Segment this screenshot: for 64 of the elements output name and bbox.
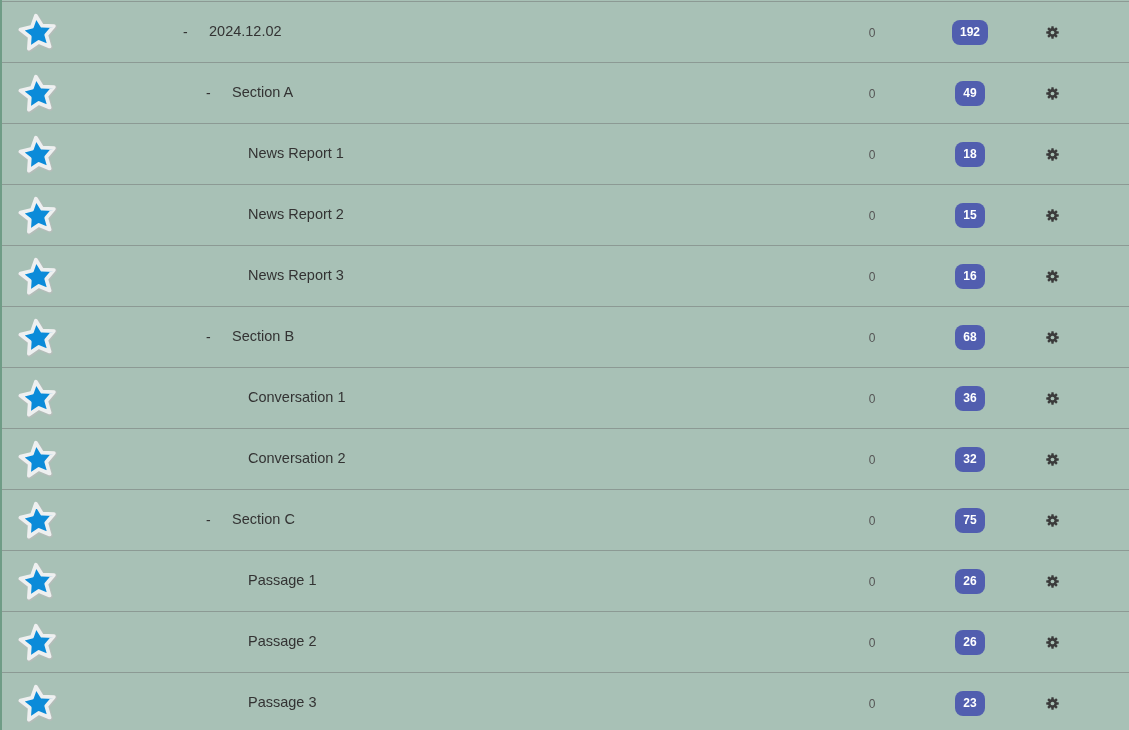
- deck-name[interactable]: News Report 3: [248, 265, 344, 287]
- due-count-badge: 26: [955, 630, 985, 655]
- new-count: 0: [868, 514, 876, 528]
- due-count-badge: 26: [955, 569, 985, 594]
- star-icon: [18, 622, 58, 662]
- new-count: 0: [868, 453, 876, 467]
- star-icon: [18, 73, 58, 113]
- gear-icon[interactable]: [1045, 452, 1059, 466]
- star-icon: [18, 439, 58, 479]
- star-icon: [18, 378, 58, 418]
- star-icon: [18, 12, 58, 52]
- gear-icon[interactable]: [1045, 147, 1059, 161]
- gear-icon[interactable]: [1045, 574, 1059, 588]
- deck-name[interactable]: News Report 2: [248, 204, 344, 226]
- due-count-badge: 192: [952, 20, 988, 45]
- star-icon: [18, 317, 58, 357]
- deck-name[interactable]: Section A: [232, 82, 294, 104]
- due-count-badge: 75: [955, 508, 985, 533]
- due-count-badge: 18: [955, 142, 985, 167]
- deck-name[interactable]: Conversation 1: [248, 387, 346, 409]
- new-count: 0: [868, 697, 876, 711]
- deck-name[interactable]: Passage 1: [248, 570, 317, 592]
- gear-icon[interactable]: [1045, 25, 1059, 39]
- star-icon: [18, 683, 58, 723]
- due-count-badge: 15: [955, 203, 985, 228]
- new-count: 0: [868, 26, 876, 40]
- gear-icon[interactable]: [1045, 635, 1059, 649]
- collapse-toggle[interactable]: -: [206, 82, 232, 104]
- deck-name[interactable]: Conversation 2: [248, 448, 346, 470]
- collapse-toggle[interactable]: -: [183, 21, 209, 43]
- deck-name[interactable]: News Report 1: [248, 143, 344, 165]
- star-icon: [18, 134, 58, 174]
- gear-icon[interactable]: [1045, 269, 1059, 283]
- star-icon: [18, 256, 58, 296]
- gear-icon[interactable]: [1045, 391, 1059, 405]
- new-count: 0: [868, 392, 876, 406]
- due-count-badge: 36: [955, 386, 985, 411]
- gear-icon[interactable]: [1045, 513, 1059, 527]
- new-count: 0: [868, 87, 876, 101]
- new-count: 0: [868, 209, 876, 223]
- new-count: 0: [868, 636, 876, 650]
- star-icon: [18, 195, 58, 235]
- due-count-badge: 32: [955, 447, 985, 472]
- new-count: 0: [868, 270, 876, 284]
- deck-name[interactable]: Passage 3: [248, 692, 317, 714]
- deck-name[interactable]: Section C: [232, 509, 295, 531]
- due-count-badge: 68: [955, 325, 985, 350]
- gear-icon[interactable]: [1045, 696, 1059, 710]
- star-icon: [18, 561, 58, 601]
- due-count-badge: 16: [955, 264, 985, 289]
- due-count-badge: 23: [955, 691, 985, 716]
- due-count-badge: 49: [955, 81, 985, 106]
- collapse-toggle[interactable]: -: [206, 509, 232, 531]
- gear-icon[interactable]: [1045, 330, 1059, 344]
- deck-name[interactable]: Section B: [232, 326, 295, 348]
- new-count: 0: [868, 148, 876, 162]
- star-icon: [18, 500, 58, 540]
- deck-name[interactable]: 2024.12.02: [209, 21, 282, 43]
- new-count: 0: [868, 331, 876, 345]
- gear-icon[interactable]: [1045, 86, 1059, 100]
- deck-name[interactable]: Passage 2: [248, 631, 317, 653]
- collapse-toggle[interactable]: -: [206, 326, 232, 348]
- new-count: 0: [868, 575, 876, 589]
- gear-icon[interactable]: [1045, 208, 1059, 222]
